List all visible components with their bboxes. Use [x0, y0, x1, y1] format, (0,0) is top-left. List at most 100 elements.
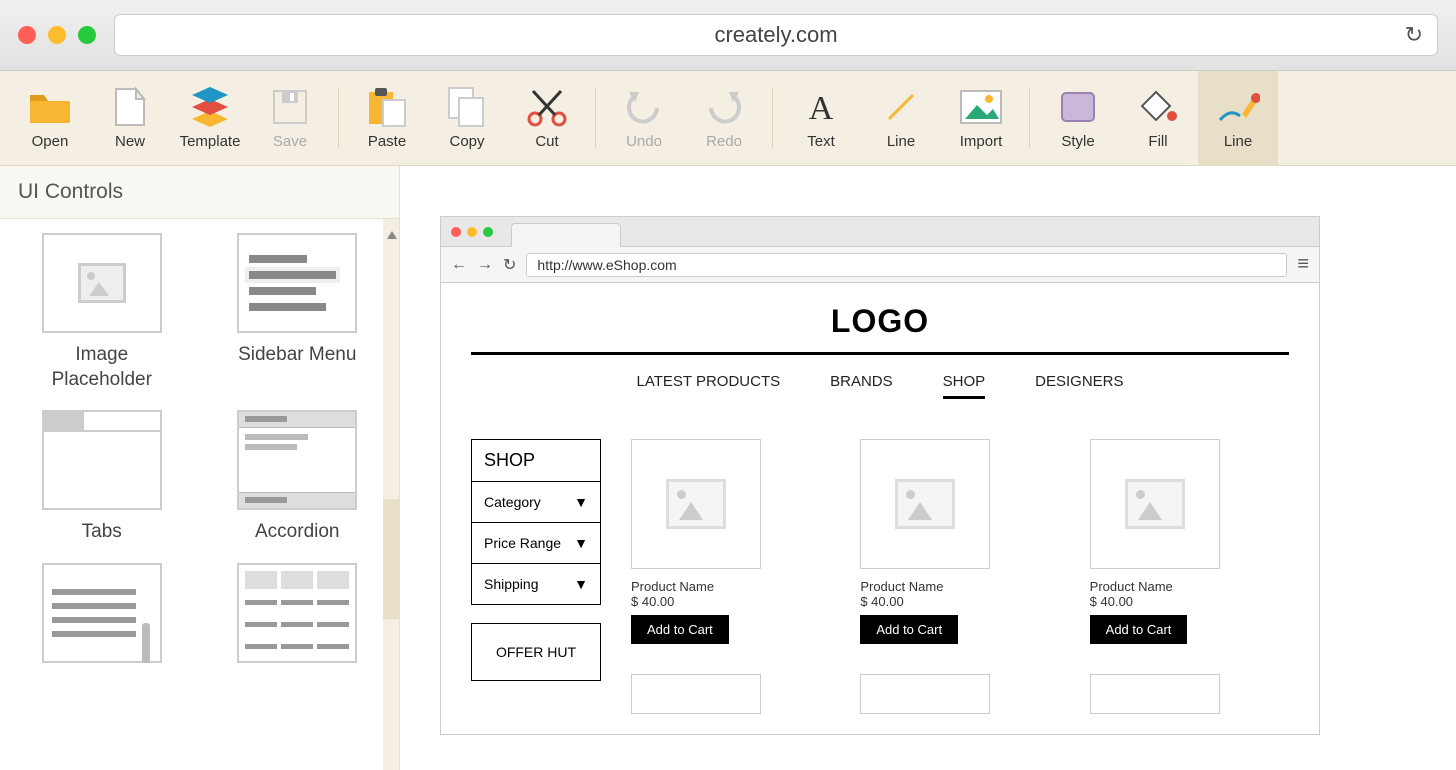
back-icon: ←	[451, 256, 467, 274]
product-name: Product Name	[631, 579, 830, 594]
pencil-line-icon	[1216, 87, 1260, 127]
toolbar-label: New	[115, 133, 145, 150]
nav-shop: SHOP	[943, 373, 986, 399]
chevron-down-icon: ▼	[574, 535, 588, 551]
toolbar-label: Fill	[1148, 133, 1167, 150]
toolbar-separator	[772, 88, 773, 148]
toolbar-separator	[1029, 88, 1030, 148]
mockup-logo: LOGO	[471, 303, 1289, 340]
product-card: Product Name $ 40.00 Add to Cart	[860, 439, 1059, 644]
copy-icon	[445, 87, 489, 127]
app-toolbar: Open New Template Save Paste Copy C	[0, 71, 1456, 166]
hamburger-icon: ≡	[1297, 253, 1309, 276]
toolbar-label: Template	[180, 133, 241, 150]
product-image-placeholder-icon	[1125, 479, 1185, 529]
text-tool-button[interactable]: A Text	[781, 71, 861, 166]
product-image-placeholder-icon	[666, 479, 726, 529]
import-button[interactable]: Import	[941, 71, 1021, 166]
line-style-button[interactable]: Line	[1198, 71, 1278, 166]
line-tool-button[interactable]: Line	[861, 71, 941, 166]
control-accordion[interactable]: Accordion	[220, 410, 376, 545]
save-button[interactable]: Save	[250, 71, 330, 166]
sidebar-title: UI Controls	[0, 166, 399, 218]
svg-text:A: A	[809, 90, 834, 125]
product-card: Product Name $ 40.00 Add to Cart	[631, 439, 830, 644]
browser-address-bar[interactable]: creately.com ↻	[114, 14, 1438, 56]
new-button[interactable]: New	[90, 71, 170, 166]
mockup-minimize-icon	[467, 227, 477, 237]
product-price: $ 40.00	[860, 594, 1059, 609]
product-name: Product Name	[1090, 579, 1289, 594]
minimize-window-icon[interactable]	[48, 26, 66, 44]
filter-price-range: Price Range▼	[472, 523, 600, 564]
template-button[interactable]: Template	[170, 71, 250, 166]
mockup-tab	[511, 223, 621, 247]
sidebar-scrollbar[interactable]	[383, 219, 399, 770]
control-image-placeholder[interactable]: Image Placeholder	[24, 233, 180, 392]
mockup-close-icon	[451, 227, 461, 237]
clipboard-icon	[365, 87, 409, 127]
mockup-sidebar: SHOP Category▼ Price Range▼ Shipping▼ OF…	[471, 439, 601, 714]
control-sidebar-menu[interactable]: Sidebar Menu	[220, 233, 376, 392]
control-list-scroll[interactable]	[24, 563, 180, 663]
main-area: UI Controls Image Placeholder Sidebar Me…	[0, 166, 1456, 770]
maximize-window-icon[interactable]	[78, 26, 96, 44]
filter-category: Category▼	[472, 482, 600, 523]
product-price: $ 40.00	[1090, 594, 1289, 609]
close-window-icon[interactable]	[18, 26, 36, 44]
toolbar-label: Line	[887, 133, 915, 150]
mockup-browser-window[interactable]: ← → ↻ http://www.eShop.com ≡ LOGO LATEST…	[440, 216, 1320, 735]
mockup-url-field: http://www.eShop.com	[526, 253, 1287, 277]
scissors-icon	[525, 87, 569, 127]
line-icon	[879, 87, 923, 127]
folder-icon	[28, 87, 72, 127]
browser-chrome: creately.com ↻	[0, 0, 1456, 71]
reload-icon: ↻	[503, 255, 516, 275]
canvas-area[interactable]: ← → ↻ http://www.eShop.com ≡ LOGO LATEST…	[400, 166, 1456, 770]
cut-button[interactable]: Cut	[507, 71, 587, 166]
control-label: Accordion	[255, 520, 340, 545]
toolbar-label: Save	[273, 133, 307, 150]
mockup-product-grid: Product Name $ 40.00 Add to Cart Product…	[631, 439, 1289, 714]
toolbar-label: Open	[32, 133, 69, 150]
paste-button[interactable]: Paste	[347, 71, 427, 166]
mockup-nav: LATEST PRODUCTS BRANDS SHOP DESIGNERS	[471, 373, 1289, 399]
scroll-up-icon[interactable]	[387, 231, 397, 239]
window-controls	[18, 26, 96, 44]
control-label: Sidebar Menu	[238, 343, 356, 368]
toolbar-label: Copy	[449, 133, 484, 150]
toolbar-label: Style	[1061, 133, 1094, 150]
save-icon	[268, 87, 312, 127]
add-to-cart-button: Add to Cart	[1090, 615, 1188, 644]
mockup-url: http://www.eShop.com	[537, 257, 676, 273]
image-icon	[959, 87, 1003, 127]
toolbar-label: Cut	[535, 133, 558, 150]
mockup-body: LOGO LATEST PRODUCTS BRANDS SHOP DESIGNE…	[441, 283, 1319, 734]
filter-shipping: Shipping▼	[472, 564, 600, 604]
forward-icon: →	[477, 256, 493, 274]
scroll-thumb[interactable]	[383, 499, 399, 619]
reload-icon[interactable]: ↻	[1405, 22, 1423, 48]
copy-button[interactable]: Copy	[427, 71, 507, 166]
chevron-down-icon: ▼	[574, 494, 588, 510]
toolbar-label: Paste	[368, 133, 406, 150]
product-card	[631, 674, 830, 714]
nav-brands: BRANDS	[830, 373, 893, 399]
mockup-divider	[471, 352, 1289, 355]
redo-button[interactable]: Redo	[684, 71, 764, 166]
add-to-cart-button: Add to Cart	[631, 615, 729, 644]
layers-icon	[188, 87, 232, 127]
toolbar-label: Undo	[626, 133, 662, 150]
mockup-titlebar	[441, 217, 1319, 247]
control-table[interactable]	[220, 563, 376, 663]
mockup-address-row: ← → ↻ http://www.eShop.com ≡	[441, 247, 1319, 283]
control-tabs[interactable]: Tabs	[24, 410, 180, 545]
offer-box: OFFER HUT	[471, 623, 601, 681]
mockup-maximize-icon	[483, 227, 493, 237]
fill-button[interactable]: Fill	[1118, 71, 1198, 166]
product-card	[860, 674, 1059, 714]
style-button[interactable]: Style	[1038, 71, 1118, 166]
file-icon	[108, 87, 152, 127]
open-button[interactable]: Open	[10, 71, 90, 166]
undo-button[interactable]: Undo	[604, 71, 684, 166]
